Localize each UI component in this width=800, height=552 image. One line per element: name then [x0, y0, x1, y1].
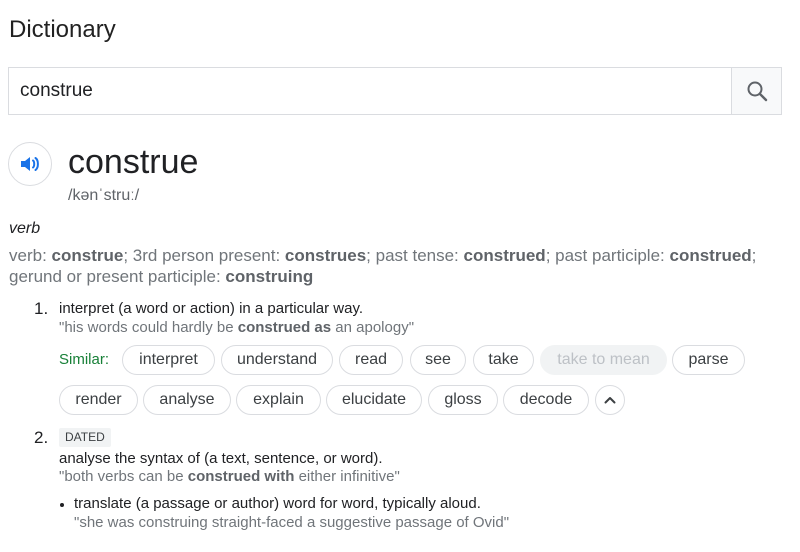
forms-label: ; 3rd person present:	[123, 246, 285, 265]
search-box	[8, 67, 782, 115]
similar-chip[interactable]: parse	[672, 345, 745, 375]
collapse-similar-button[interactable]	[595, 385, 625, 415]
form-past: construed	[463, 246, 546, 265]
part-of-speech: verb	[9, 220, 41, 237]
word-forms: verb: construe; 3rd person present: cons…	[9, 245, 789, 287]
similar-label: Similar:	[59, 351, 110, 368]
sense-example: "both verbs can be construed with either…	[59, 468, 400, 485]
similar-chip[interactable]: elucidate	[326, 385, 422, 415]
form-third-person: construes	[284, 246, 367, 265]
form-past-participle: construed	[669, 246, 752, 265]
example-keyword: construed as	[237, 319, 332, 336]
similar-chip[interactable]: gloss	[428, 385, 498, 415]
chevron-up-icon	[604, 397, 616, 404]
search-button[interactable]	[731, 68, 781, 114]
example-text: "his words could hardly be	[59, 319, 238, 336]
form-gerund: construing	[225, 267, 314, 286]
example-keyword: construed with	[187, 468, 295, 485]
similar-chip[interactable]: see	[410, 345, 466, 375]
similar-chip[interactable]: explain	[236, 385, 321, 415]
sense-number: 1.	[34, 299, 49, 318]
example-text: an apology"	[331, 319, 415, 336]
subsense-definition: translate (a passage or author) word for…	[74, 495, 481, 512]
subsense-bullet	[60, 503, 64, 507]
similar-chip[interactable]: analyse	[143, 385, 231, 415]
sense-definition: analyse the syntax of (a text, sentence,…	[59, 450, 383, 467]
forms-label: ; past participle:	[545, 246, 670, 265]
search-icon	[747, 81, 767, 102]
sense-example: "his words could hardly be construed as …	[59, 319, 414, 336]
similar-chip: take to mean	[540, 345, 667, 375]
sense-definition: interpret (a word or action) in a partic…	[59, 300, 364, 317]
similar-chip[interactable]: render	[59, 385, 138, 415]
phonetic: /kənˈstruː/	[68, 187, 140, 204]
search-input[interactable]	[9, 68, 733, 114]
sense-number: 2.	[34, 428, 49, 447]
forms-label: ; past tense:	[366, 246, 464, 265]
page-title: Dictionary	[9, 16, 116, 43]
usage-label-badge: DATED	[59, 428, 111, 447]
speaker-icon	[21, 157, 39, 171]
forms-label: verb:	[9, 246, 52, 265]
similar-chip[interactable]: take	[473, 345, 534, 375]
example-text: "both verbs can be	[59, 468, 188, 485]
subsense-example: "she was construing straight-faced a sug…	[74, 514, 510, 531]
headword: construe	[68, 143, 199, 181]
similar-chip[interactable]: read	[339, 345, 403, 375]
example-text: either infinitive"	[294, 468, 400, 485]
pronunciation-button[interactable]	[8, 142, 52, 186]
similar-chip[interactable]: understand	[221, 345, 333, 375]
similar-chip[interactable]: interpret	[122, 345, 215, 375]
form-verb: construe	[51, 246, 124, 265]
similar-chip[interactable]: decode	[503, 385, 589, 415]
